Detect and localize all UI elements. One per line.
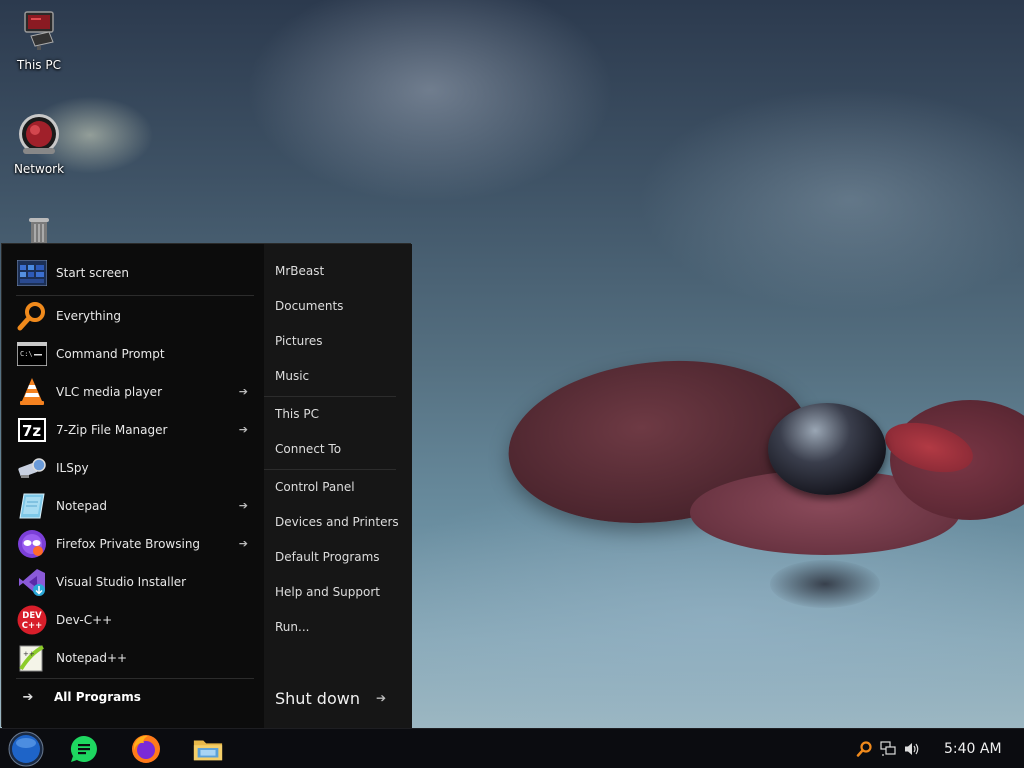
desktop-icon-this-pc[interactable]: This PC xyxy=(7,8,71,72)
places-item-help-and-support[interactable]: Help and Support xyxy=(275,579,405,605)
desktop-icon-network[interactable]: Network xyxy=(7,112,71,176)
start-menu-item-notepad-plus-plus[interactable]: ++ Notepad++ xyxy=(16,641,254,675)
places-item-user-folder[interactable]: MrBeast xyxy=(275,258,405,284)
start-menu-item-firefox-private[interactable]: Firefox Private Browsing ➔ xyxy=(16,527,254,561)
start-menu: Start screen Everything C:\ Command Prom… xyxy=(1,243,412,728)
network-tray-icon xyxy=(880,741,896,756)
arrow-right-icon: ➔ xyxy=(22,689,34,705)
notes-app-icon xyxy=(70,735,97,762)
notepad-plus-plus-icon: ++ xyxy=(16,642,48,674)
submenu-arrow-icon: ➔ xyxy=(238,499,248,512)
places-item-pictures[interactable]: Pictures xyxy=(275,328,405,354)
places-item-music[interactable]: Music xyxy=(275,363,405,389)
notepad-icon xyxy=(16,490,48,522)
vlc-cone-icon xyxy=(16,376,48,408)
desktop-icon-label: This PC xyxy=(17,58,61,72)
menu-separator xyxy=(264,396,396,397)
tray-volume[interactable] xyxy=(904,741,920,757)
shutdown-button[interactable]: Shut down ➔ xyxy=(275,684,386,712)
submenu-arrow-icon: ➔ xyxy=(238,423,248,436)
taskbar-file-explorer[interactable] xyxy=(192,733,224,765)
places-item-documents[interactable]: Documents xyxy=(275,293,405,319)
desktop-icon-recycle-bin[interactable] xyxy=(7,216,71,244)
start-menu-item-vs-installer[interactable]: Visual Studio Installer xyxy=(16,565,254,599)
wallpaper-reflection xyxy=(770,560,880,608)
start-menu-item-7zip[interactable]: 7z 7-Zip File Manager ➔ xyxy=(16,413,254,447)
submenu-arrow-icon: ➔ xyxy=(238,385,248,398)
shutdown-options-arrow-icon[interactable]: ➔ xyxy=(376,691,386,705)
ilspy-icon xyxy=(16,452,48,484)
recycle-bin-icon xyxy=(29,218,49,244)
svg-text:C:\: C:\ xyxy=(20,350,33,358)
7zip-icon: 7z xyxy=(16,414,48,446)
places-item-control-panel[interactable]: Control Panel xyxy=(275,474,405,500)
start-button[interactable] xyxy=(8,731,44,767)
devcpp-icon: DEV C++ xyxy=(16,604,48,636)
start-menu-item-devcpp[interactable]: DEV C++ Dev-C++ xyxy=(16,603,254,637)
tray-network[interactable] xyxy=(880,741,896,757)
everything-search-tray-icon xyxy=(856,741,872,757)
network-globe-icon xyxy=(19,114,59,154)
desktop-icon-label: Network xyxy=(13,162,65,176)
start-menu-item-command-prompt[interactable]: C:\ Command Prompt xyxy=(16,337,254,371)
visual-studio-installer-icon xyxy=(16,566,48,598)
firefox-icon xyxy=(132,735,160,763)
start-menu-programs-panel: Start screen Everything C:\ Command Prom… xyxy=(2,244,264,728)
svg-text:C++: C++ xyxy=(22,621,42,631)
svg-text:7z: 7z xyxy=(22,422,41,440)
places-item-connect-to[interactable]: Connect To xyxy=(275,436,405,462)
file-explorer-icon xyxy=(193,740,223,761)
tray-everything-search[interactable] xyxy=(856,741,872,757)
places-item-devices-and-printers[interactable]: Devices and Printers xyxy=(275,509,405,535)
start-screen-icon xyxy=(16,257,48,289)
start-menu-item-vlc[interactable]: VLC media player ➔ xyxy=(16,375,254,409)
places-item-run[interactable]: Run... xyxy=(275,614,405,640)
start-menu-item-ilspy[interactable]: ILSpy xyxy=(16,451,254,485)
places-item-this-pc[interactable]: This PC xyxy=(275,401,405,427)
svg-text:++: ++ xyxy=(23,650,35,658)
start-orb-icon xyxy=(8,731,44,767)
taskbar-clock[interactable]: 5:40 AM xyxy=(944,741,1002,757)
taskbar-firefox[interactable] xyxy=(130,733,162,765)
firefox-private-icon xyxy=(16,528,48,560)
start-menu-item-start-screen[interactable]: Start screen xyxy=(16,256,254,290)
magnifier-icon xyxy=(16,300,48,332)
start-menu-places-panel: MrBeast Documents Pictures Music This PC… xyxy=(264,244,412,728)
taskbar: 5:40 AM xyxy=(0,728,1024,768)
all-programs-button[interactable]: ➔ All Programs xyxy=(16,684,254,710)
start-menu-item-everything[interactable]: Everything xyxy=(16,299,254,333)
menu-separator xyxy=(16,678,254,679)
menu-separator xyxy=(16,295,254,296)
volume-icon xyxy=(905,743,919,755)
svg-text:DEV: DEV xyxy=(22,611,42,621)
wallpaper-water-droplet xyxy=(768,403,886,495)
terminal-icon: C:\ xyxy=(16,338,48,370)
menu-separator xyxy=(264,469,396,470)
taskbar-notes-app[interactable] xyxy=(68,733,100,765)
places-item-default-programs[interactable]: Default Programs xyxy=(275,544,405,570)
monitor-icon xyxy=(24,11,54,50)
submenu-arrow-icon: ➔ xyxy=(238,537,248,550)
start-menu-item-notepad[interactable]: Notepad ➔ xyxy=(16,489,254,523)
